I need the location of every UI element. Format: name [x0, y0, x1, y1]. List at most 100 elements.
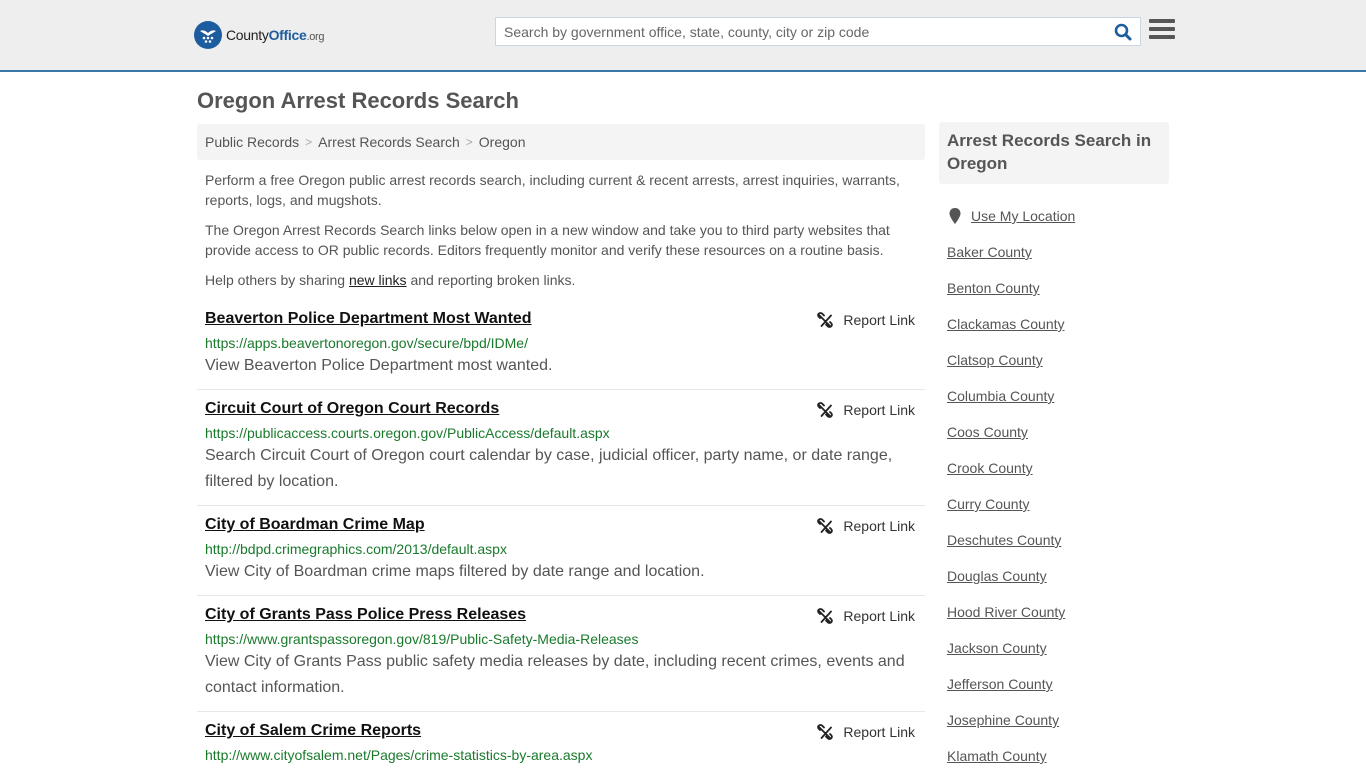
county-item: Coos County [947, 414, 1169, 450]
county-item: Jackson County [947, 630, 1169, 666]
county-link-klamath[interactable]: Klamath County [947, 748, 1047, 764]
result-item: Beaverton Police Department Most Wanted … [197, 300, 925, 390]
map-pin-icon [949, 208, 961, 224]
broken-link-icon [817, 402, 834, 418]
broken-link-icon [817, 312, 834, 328]
use-my-location-link[interactable]: Use My Location [971, 208, 1075, 224]
county-link-baker[interactable]: Baker County [947, 244, 1032, 260]
broken-link-icon [817, 518, 834, 534]
report-link-label: Report Link [843, 518, 915, 534]
county-link-douglas[interactable]: Douglas County [947, 568, 1047, 584]
report-link-button[interactable]: Report Link [817, 724, 915, 740]
county-link-crook[interactable]: Crook County [947, 460, 1033, 476]
use-my-location-item: Use My Location [947, 198, 1169, 234]
county-link-coos[interactable]: Coos County [947, 424, 1028, 440]
county-link-deschutes[interactable]: Deschutes County [947, 532, 1061, 548]
result-description: View City of Grants Pass public safety m… [205, 653, 905, 696]
result-item: City of Grants Pass Police Press Release… [197, 596, 925, 712]
hamburger-menu-button[interactable] [1149, 19, 1175, 43]
county-link-clackamas[interactable]: Clackamas County [947, 316, 1065, 332]
menu-bar-icon [1149, 19, 1175, 23]
county-item: Hood River County [947, 594, 1169, 630]
intro-text-fragment: and reporting broken links. [406, 272, 576, 288]
result-item: Circuit Court of Oregon Court Records Re… [197, 390, 925, 506]
report-link-button[interactable]: Report Link [817, 608, 915, 624]
result-url: http://bdpd.crimegraphics.com/2013/defau… [205, 541, 507, 557]
county-item: Clatsop County [947, 342, 1169, 378]
county-link-columbia[interactable]: Columbia County [947, 388, 1054, 404]
report-link-button[interactable]: Report Link [817, 518, 915, 534]
breadcrumb: Public Records > Arrest Records Search >… [197, 124, 925, 160]
county-link-jackson[interactable]: Jackson County [947, 640, 1047, 656]
page-title: Oregon Arrest Records Search [197, 88, 519, 113]
county-link-jefferson[interactable]: Jefferson County [947, 676, 1053, 692]
search-input[interactable] [496, 18, 1106, 45]
intro-paragraph-2: The Oregon Arrest Records Search links b… [205, 222, 890, 258]
sidebar: Arrest Records Search in Oregon Use My L… [939, 122, 1169, 774]
county-item: Curry County [947, 486, 1169, 522]
result-url: http://www.cityofsalem.net/Pages/crime-s… [205, 747, 593, 763]
county-item: Baker County [947, 234, 1169, 270]
logo-text: CountyOffice.org [226, 27, 325, 43]
breadcrumb-oregon[interactable]: Oregon [479, 134, 526, 150]
intro-paragraph-1: Perform a free Oregon public arrest reco… [205, 172, 900, 208]
intro-text: Perform a free Oregon public arrest reco… [205, 170, 917, 300]
report-link-label: Report Link [843, 312, 915, 328]
report-link-label: Report Link [843, 724, 915, 740]
county-item: Benton County [947, 270, 1169, 306]
search-button[interactable] [1106, 18, 1140, 45]
county-item: Deschutes County [947, 522, 1169, 558]
county-item: Douglas County [947, 558, 1169, 594]
county-item: Josephine County [947, 702, 1169, 738]
result-item: City of Boardman Crime Map Report Link h… [197, 506, 925, 596]
report-link-button[interactable]: Report Link [817, 312, 915, 328]
new-links-link[interactable]: new links [349, 272, 407, 288]
breadcrumb-separator: > [465, 135, 473, 149]
broken-link-icon [817, 608, 834, 624]
result-description: View City of Boardman crime maps filtere… [205, 563, 705, 580]
breadcrumb-arrest-records-search[interactable]: Arrest Records Search [318, 134, 460, 150]
county-item: Jefferson County [947, 666, 1169, 702]
report-link-label: Report Link [843, 402, 915, 418]
site-logo[interactable]: CountyOffice.org [194, 21, 325, 49]
county-item: Klamath County [947, 738, 1169, 774]
intro-text-fragment: Help others by sharing [205, 272, 349, 288]
breadcrumb-separator: > [305, 135, 313, 149]
menu-bar-icon [1149, 35, 1175, 39]
county-item: Crook County [947, 450, 1169, 486]
breadcrumb-public-records[interactable]: Public Records [205, 134, 299, 150]
result-title-link[interactable]: City of Boardman Crime Map [205, 516, 425, 534]
menu-bar-icon [1149, 27, 1175, 31]
result-url: https://publicaccess.courts.oregon.gov/P… [205, 425, 610, 441]
logo-highlight: Office [268, 27, 307, 43]
county-list: Use My Location Baker County Benton Coun… [939, 198, 1169, 774]
county-item: Clackamas County [947, 306, 1169, 342]
eagle-stars-icon [194, 21, 222, 49]
county-link-benton[interactable]: Benton County [947, 280, 1040, 296]
result-title-link[interactable]: Beaverton Police Department Most Wanted [205, 310, 532, 328]
county-link-hood-river[interactable]: Hood River County [947, 604, 1065, 620]
result-description: Search Circuit Court of Oregon court cal… [205, 447, 893, 490]
county-link-curry[interactable]: Curry County [947, 496, 1029, 512]
results-list: Beaverton Police Department Most Wanted … [197, 300, 925, 774]
result-title-link[interactable]: City of Grants Pass Police Press Release… [205, 606, 526, 624]
county-link-josephine[interactable]: Josephine County [947, 712, 1059, 728]
logo-tld: .org [306, 31, 325, 43]
top-header: CountyOffice.org [0, 0, 1366, 72]
county-item: Columbia County [947, 378, 1169, 414]
result-url: https://apps.beavertonoregon.gov/secure/… [205, 335, 528, 351]
result-description: View Beaverton Police Department most wa… [205, 357, 553, 374]
result-item: City of Salem Crime Reports Report Link … [197, 712, 925, 774]
county-link-clatsop[interactable]: Clatsop County [947, 352, 1043, 368]
sidebar-heading: Arrest Records Search in Oregon [939, 122, 1169, 184]
intro-paragraph-3: Help others by sharing new links and rep… [205, 270, 917, 290]
result-url: https://www.grantspassoregon.gov/819/Pub… [205, 631, 639, 647]
report-link-button[interactable]: Report Link [817, 402, 915, 418]
broken-link-icon [817, 724, 834, 740]
search-bar [495, 17, 1141, 46]
result-title-link[interactable]: Circuit Court of Oregon Court Records [205, 400, 499, 418]
report-link-label: Report Link [843, 608, 915, 624]
result-title-link[interactable]: City of Salem Crime Reports [205, 722, 421, 740]
logo-name: County [226, 27, 269, 43]
search-icon [1114, 23, 1132, 40]
